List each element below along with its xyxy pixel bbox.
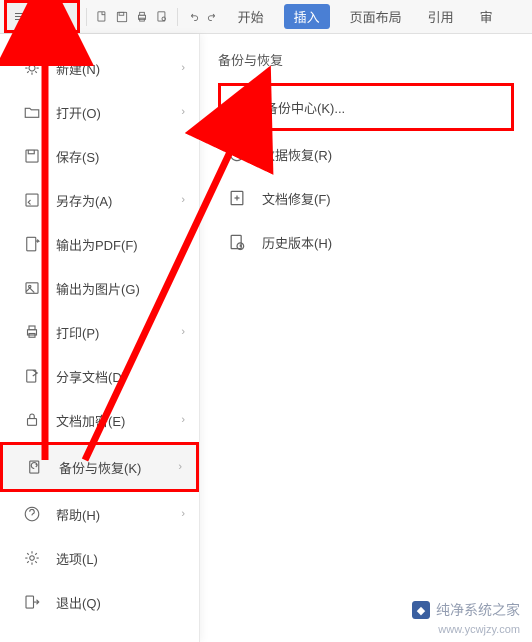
new-icon	[22, 58, 42, 78]
watermark: ◆ 纯净系统之家	[412, 600, 520, 620]
redo-icon[interactable]	[204, 8, 222, 26]
file-menu: 新建(N) › 打开(O) › 保存(S) 另存为(A) › 输出为PDF(F)…	[0, 34, 200, 642]
help-icon	[22, 504, 42, 524]
menu-item-image[interactable]: 输出为图片(G)	[0, 266, 199, 310]
menu-item-saveas[interactable]: 另存为(A) ›	[0, 178, 199, 222]
menu-item-help[interactable]: 帮助(H) ›	[0, 492, 199, 536]
chevron-right-icon: ›	[181, 326, 185, 338]
saveas-icon	[22, 190, 42, 210]
menu-label: 保存(S)	[56, 147, 99, 166]
repair-icon	[226, 187, 248, 209]
menu-label: 帮助(H)	[56, 505, 100, 524]
toolbar-divider	[177, 8, 178, 26]
ribbon-tabs: 开始 插入 页面布局 引用 审	[232, 3, 499, 30]
chevron-right-icon: ›	[181, 508, 185, 520]
tab-review[interactable]: 审	[474, 3, 499, 30]
submenu-history[interactable]: 历史版本(H)	[218, 221, 514, 263]
open-icon	[22, 102, 42, 122]
menu-label: 选项(L)	[56, 549, 98, 568]
submenu-title: 备份与恢复	[218, 50, 514, 69]
menu-item-save[interactable]: 保存(S)	[0, 134, 199, 178]
tab-pagelayout[interactable]: 页面布局	[344, 3, 408, 30]
submenu-label: 数据恢复(R)	[262, 145, 332, 164]
tab-start[interactable]: 开始	[232, 3, 270, 30]
file-menu-button[interactable]: 文件 ⌄	[4, 0, 80, 33]
toolbar: 文件 ⌄ 开始 插入 页面布局 引用 审	[0, 0, 532, 34]
new-file-icon[interactable]	[93, 8, 111, 26]
submenu-label: 文档修复(F)	[262, 189, 331, 208]
menu-item-exit[interactable]: 退出(Q)	[0, 580, 199, 624]
undo-icon[interactable]	[184, 8, 202, 26]
tab-reference[interactable]: 引用	[422, 3, 460, 30]
backup-icon	[25, 457, 45, 477]
menu-label: 备份与恢复(K)	[59, 458, 141, 477]
chevron-right-icon: ›	[178, 461, 182, 473]
file-label: 文件	[31, 7, 57, 26]
recover-icon	[226, 143, 248, 165]
menu-label: 输出为PDF(F)	[56, 235, 138, 254]
watermark-icon: ◆	[412, 601, 430, 619]
save-icon[interactable]	[113, 8, 131, 26]
menu-area: 新建(N) › 打开(O) › 保存(S) 另存为(A) › 输出为PDF(F)…	[0, 34, 532, 642]
submenu-label: 备份中心(K)...	[265, 98, 345, 117]
preview-icon[interactable]	[153, 8, 171, 26]
watermark-url: www.ycwjzy.com	[438, 624, 520, 636]
menu-label: 另存为(A)	[56, 191, 112, 210]
chevron-right-icon: ›	[181, 414, 185, 426]
menu-label: 退出(Q)	[56, 593, 101, 612]
share-icon	[22, 366, 42, 386]
menu-item-new[interactable]: 新建(N) ›	[0, 46, 199, 90]
chevron-right-icon: ›	[181, 62, 185, 74]
menu-item-encrypt[interactable]: 文档加密(E) ›	[0, 398, 199, 442]
menu-label: 分享文档(D)	[56, 367, 126, 386]
menu-label: 打印(P)	[56, 323, 99, 342]
tab-insert[interactable]: 插入	[284, 4, 330, 29]
menu-label: 打开(O)	[56, 103, 101, 122]
pdf-icon	[22, 234, 42, 254]
chevron-right-icon: ›	[181, 106, 185, 118]
save-icon	[22, 146, 42, 166]
menu-item-print[interactable]: 打印(P) ›	[0, 310, 199, 354]
menu-item-options[interactable]: 选项(L)	[0, 536, 199, 580]
submenu-recover[interactable]: 数据恢复(R)	[218, 133, 514, 175]
history-icon	[226, 231, 248, 253]
menu-item-share[interactable]: 分享文档(D)	[0, 354, 199, 398]
menu-item-pdf[interactable]: 输出为PDF(F)	[0, 222, 199, 266]
backup-center-icon	[229, 96, 251, 118]
encrypt-icon	[22, 410, 42, 430]
submenu-label: 历史版本(H)	[262, 233, 332, 252]
options-icon	[22, 548, 42, 568]
image-icon	[22, 278, 42, 298]
exit-icon	[22, 592, 42, 612]
submenu-panel: 备份与恢复 备份中心(K)... 数据恢复(R) 文档修复(F) 历史版本(H)	[200, 34, 532, 642]
chevron-right-icon: ›	[181, 194, 185, 206]
watermark-text: 纯净系统之家	[436, 600, 520, 620]
menu-label: 输出为图片(G)	[56, 279, 140, 298]
hamburger-icon	[15, 13, 27, 20]
menu-label: 新建(N)	[56, 59, 100, 78]
print-icon	[22, 322, 42, 342]
menu-item-open[interactable]: 打开(O) ›	[0, 90, 199, 134]
submenu-repair[interactable]: 文档修复(F)	[218, 177, 514, 219]
menu-label: 文档加密(E)	[56, 411, 125, 430]
menu-item-backup[interactable]: 备份与恢复(K) ›	[0, 442, 199, 492]
submenu-backup-center[interactable]: 备份中心(K)...	[218, 83, 514, 131]
chevron-down-icon: ⌄	[61, 11, 69, 22]
print-icon[interactable]	[133, 8, 151, 26]
toolbar-divider	[86, 8, 87, 26]
